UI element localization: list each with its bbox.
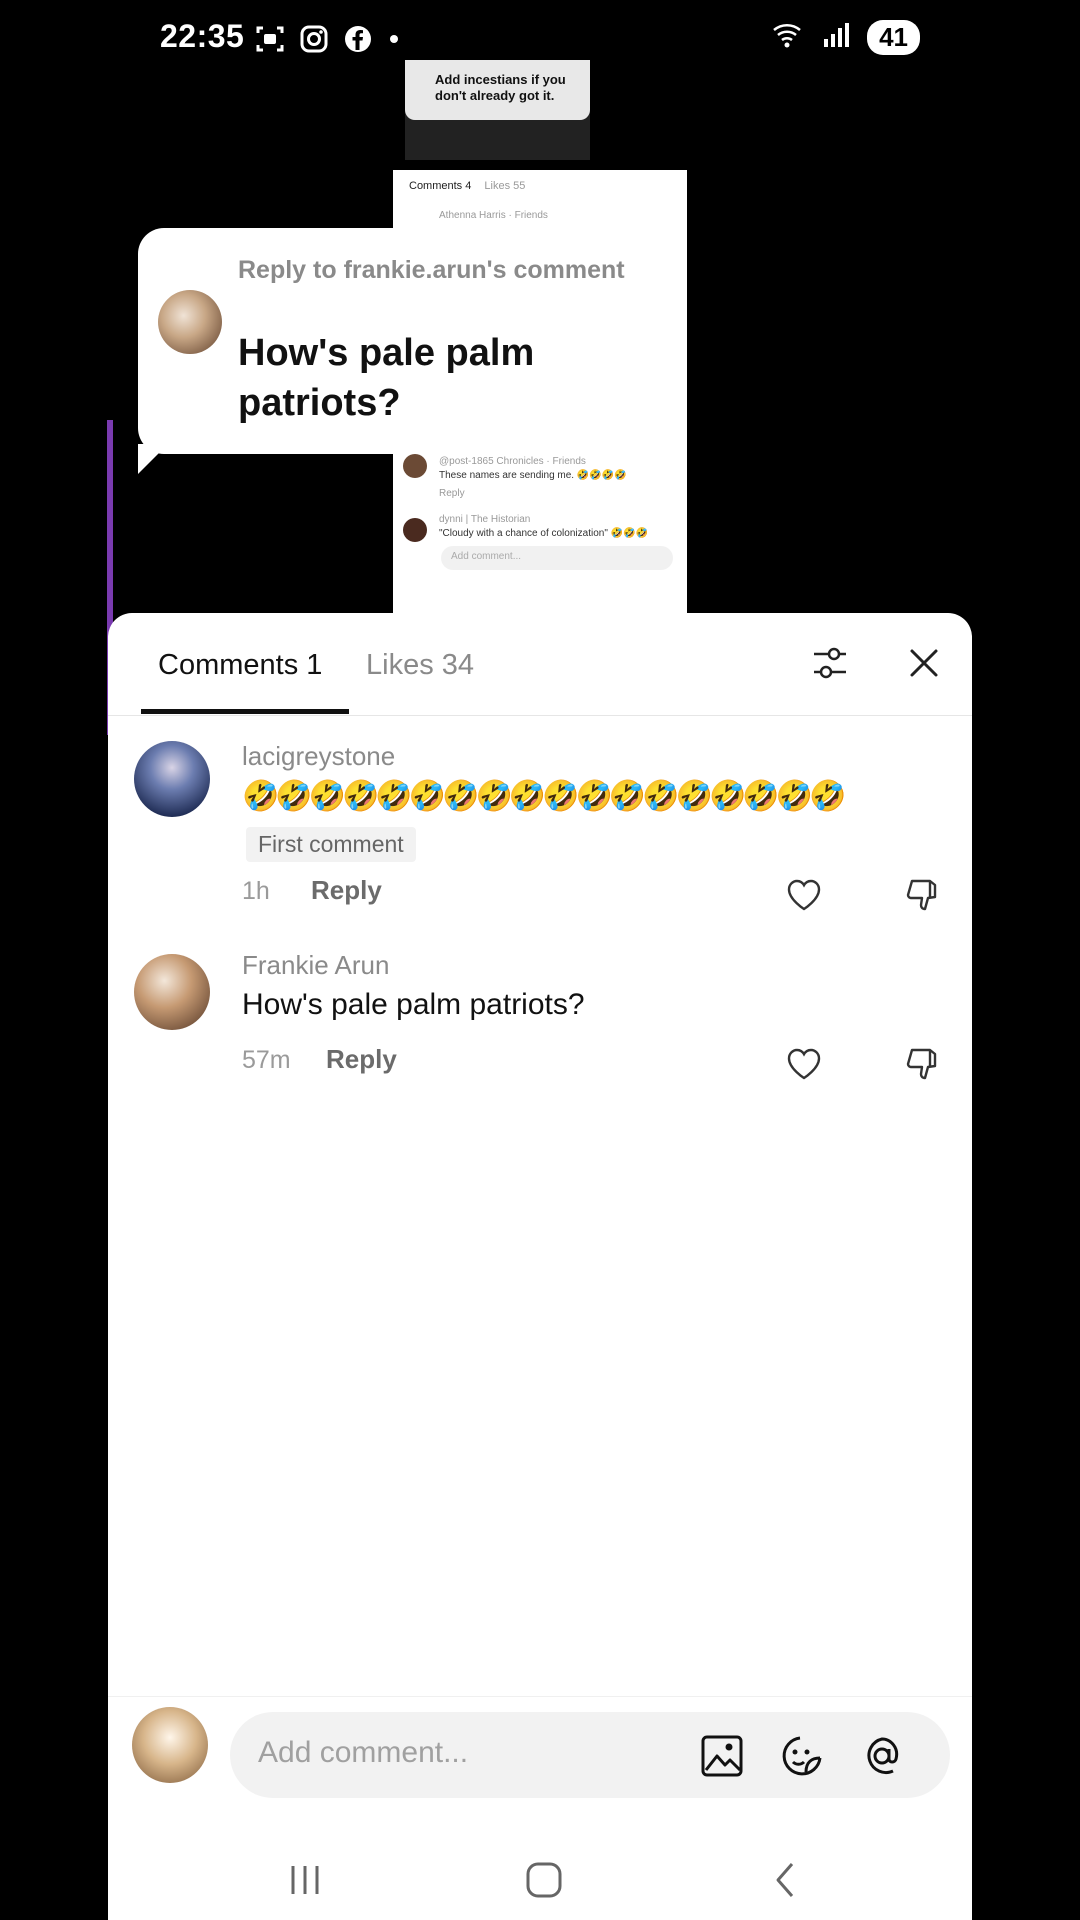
sheet-tab-bar: Comments 1 Likes 34	[108, 613, 972, 716]
video-mini-line: @post-1865 Chronicles · Friends	[439, 456, 586, 467]
close-icon[interactable]	[904, 643, 944, 683]
comment-input[interactable]: Add comment...	[230, 1712, 950, 1798]
video-mini-line: Reply	[439, 488, 465, 499]
comment-item: Frankie Arun How's pale palm patriots? 5…	[108, 950, 972, 1080]
video-mini-avatar	[403, 518, 427, 542]
reply-button[interactable]: Reply	[326, 1044, 397, 1075]
recent-apps-icon[interactable]	[285, 1860, 325, 1900]
video-mini-input: Add comment...	[441, 546, 673, 570]
video-frame-top: Add incestians if you don't already got …	[405, 60, 590, 160]
reply-avatar	[158, 290, 222, 354]
comment-input-bar: Add comment...	[108, 1696, 972, 1798]
dot-icon	[387, 24, 401, 59]
tab-likes[interactable]: Likes 34	[366, 649, 474, 682]
image-icon[interactable]	[700, 1734, 744, 1778]
comment-text: How's pale palm patriots?	[242, 988, 585, 1021]
mention-icon[interactable]	[860, 1734, 904, 1778]
avatar[interactable]	[134, 741, 210, 817]
tab-comments[interactable]: Comments 1	[158, 649, 322, 682]
avatar[interactable]	[134, 954, 210, 1030]
comment-time: 57m	[242, 1046, 291, 1074]
heart-icon[interactable]	[784, 875, 824, 915]
back-icon[interactable]	[766, 1860, 806, 1900]
video-mini-avatar	[403, 454, 427, 478]
status-right-icons: 41	[771, 20, 920, 55]
active-tab-indicator	[141, 709, 349, 714]
reply-label: Reply to frankie.arun's comment	[238, 256, 625, 284]
video-mini-tabs: Comments 4 Likes 55	[409, 180, 525, 192]
heart-icon[interactable]	[784, 1044, 824, 1084]
screenshot-icon	[255, 24, 285, 59]
comment-text: 🤣🤣🤣🤣🤣🤣🤣🤣🤣🤣🤣🤣🤣🤣🤣🤣🤣🤣	[242, 780, 846, 813]
dislike-icon[interactable]	[904, 875, 944, 915]
status-time: 22:35	[160, 18, 245, 54]
video-top-bubble: Add incestians if you don't already got …	[405, 60, 590, 120]
filter-icon[interactable]	[810, 643, 850, 683]
facebook-icon	[343, 24, 373, 59]
reply-button[interactable]: Reply	[311, 875, 382, 906]
video-mini-line: "Cloudy with a chance of colonization" 🤣…	[439, 528, 648, 539]
battery-indicator: 41	[867, 20, 920, 55]
sticker-icon[interactable]	[780, 1734, 824, 1778]
reply-text: How's pale palm patriots?	[238, 332, 535, 424]
dislike-icon[interactable]	[904, 1044, 944, 1084]
wifi-icon	[771, 20, 805, 55]
video-mini-tab-likes: Likes 55	[484, 180, 526, 192]
video-mini-line: dynni | The Historian	[439, 514, 531, 525]
video-mini-line: Athenna Harris · Friends	[439, 210, 548, 221]
comments-sheet: Comments 1 Likes 34 lacigreystone 🤣🤣🤣🤣🤣🤣…	[108, 613, 972, 1920]
signal-icon	[821, 20, 851, 55]
status-left-icons	[255, 24, 401, 59]
comment-input-placeholder: Add comment...	[258, 1736, 469, 1769]
reply-bubble: Reply to frankie.arun's comment How's pa…	[138, 228, 668, 474]
first-comment-badge: First comment	[246, 827, 416, 862]
current-user-avatar	[132, 1707, 208, 1783]
system-nav-bar	[108, 1840, 972, 1920]
home-icon[interactable]	[524, 1860, 564, 1900]
comment-item: lacigreystone 🤣🤣🤣🤣🤣🤣🤣🤣🤣🤣🤣🤣🤣🤣🤣🤣🤣🤣 First c…	[108, 741, 972, 911]
video-mini-tab-comments: Comments 4	[409, 180, 472, 192]
comment-time: 1h	[242, 877, 270, 905]
video-mini-line: These names are sending me. 🤣🤣🤣🤣	[439, 470, 627, 481]
comment-username[interactable]: lacigreystone	[242, 741, 395, 772]
instagram-icon	[299, 24, 329, 59]
comment-username[interactable]: Frankie Arun	[242, 950, 389, 981]
